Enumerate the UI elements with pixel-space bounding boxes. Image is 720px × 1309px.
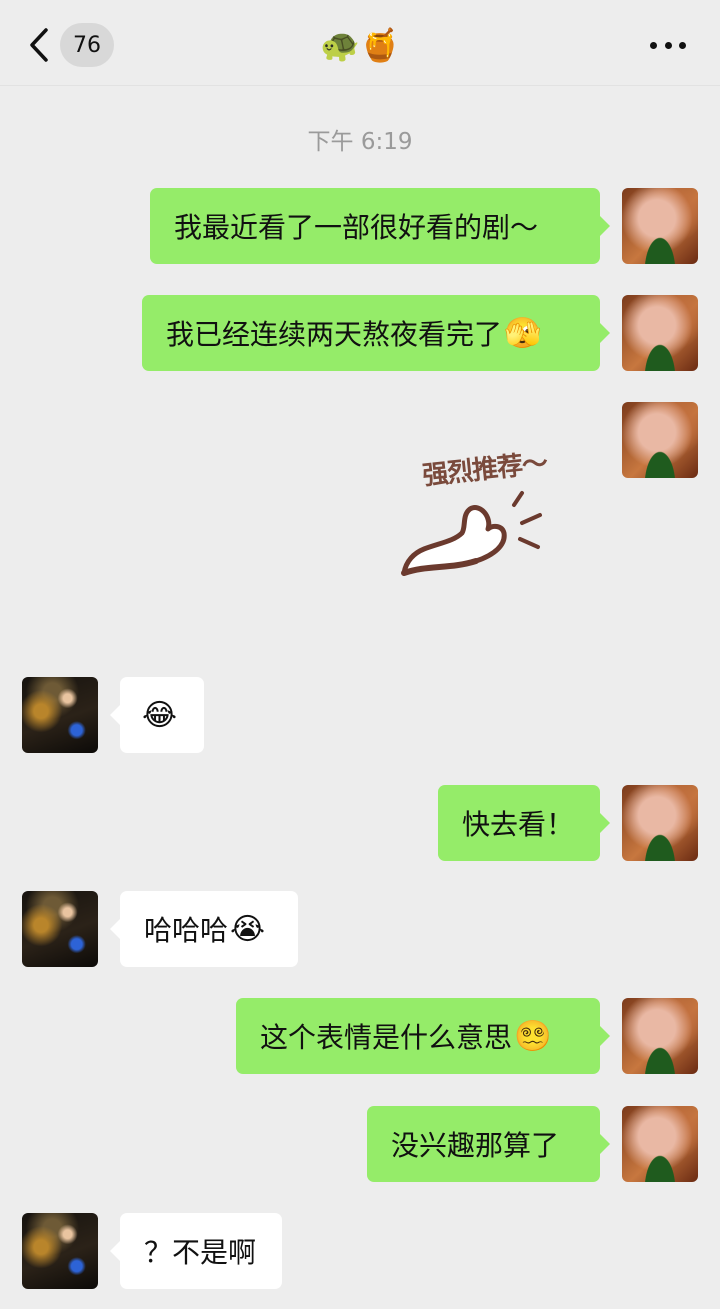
crying-emoji: 😭 — [230, 911, 266, 947]
my-avatar[interactable] — [622, 785, 698, 861]
message-text: 快去看！ — [462, 808, 575, 841]
friend-avatar[interactable] — [22, 677, 98, 753]
laughing-tears-emoji: 😂 — [142, 697, 178, 733]
message-bubble-sent[interactable]: 这个表情是什么意思 😵‍💫 — [236, 998, 610, 1074]
my-avatar[interactable] — [622, 998, 698, 1074]
message-bubble-received[interactable]: 哈哈哈 😭 — [110, 891, 298, 967]
message-text: 我最近看了一部很好看的剧～ — [174, 211, 539, 244]
my-avatar[interactable] — [622, 188, 698, 264]
message-bubble-received[interactable]: ？不是啊 — [110, 1213, 282, 1289]
my-avatar[interactable] — [622, 402, 698, 478]
friend-avatar[interactable] — [22, 891, 98, 967]
message-text: 没兴趣那算了 — [391, 1129, 560, 1162]
thumbs-up-sticker[interactable]: 强烈推荐～ — [396, 445, 558, 585]
my-avatar[interactable] — [622, 295, 698, 371]
peeking-face-emoji: 🫣 — [504, 315, 542, 351]
friend-avatar[interactable] — [22, 1213, 98, 1289]
message-text: ？不是啊 — [144, 1236, 257, 1269]
dizzy-face-emoji: 😵‍💫 — [514, 1018, 552, 1054]
message-bubble-sent[interactable]: 没兴趣那算了 — [367, 1106, 610, 1182]
message-bubble-sent[interactable]: 快去看！ — [438, 785, 610, 861]
thumbs-up-icon — [401, 491, 542, 576]
message-timestamp: 下午 6:19 — [307, 129, 413, 155]
chat-header: 76 🐢🍯 — [0, 0, 720, 86]
message-bubble-received[interactable]: 😂 — [110, 677, 204, 753]
message-text: 这个表情是什么意思 — [260, 1021, 513, 1054]
chat-title: 🐢🍯 — [320, 26, 400, 64]
message-bubble-sent[interactable]: 我已经连续两天熬夜看完了 🫣 — [142, 295, 610, 371]
more-options-icon[interactable] — [650, 38, 686, 52]
my-avatar[interactable] — [622, 1106, 698, 1182]
message-text: 我已经连续两天熬夜看完了 — [166, 318, 503, 351]
message-text: 哈哈哈 — [144, 914, 229, 947]
message-bubble-sent[interactable]: 我最近看了一部很好看的剧～ — [150, 188, 610, 264]
